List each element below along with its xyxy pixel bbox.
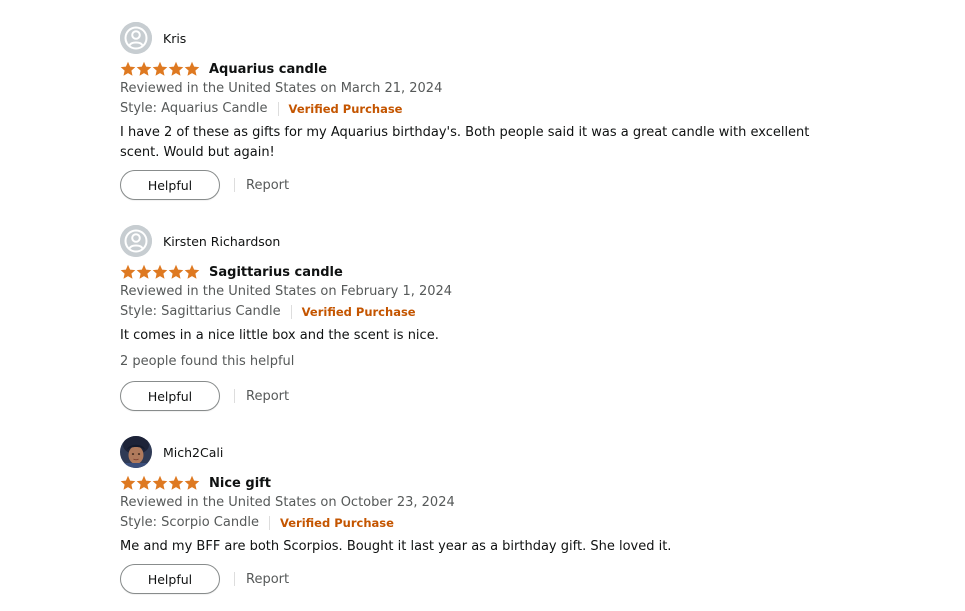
review-body: It comes in a nice little box and the sc… bbox=[120, 326, 820, 346]
reviewer-name[interactable]: Mich2Cali bbox=[163, 445, 223, 460]
default-avatar-icon bbox=[120, 225, 152, 257]
divider bbox=[268, 515, 270, 530]
star-rating[interactable] bbox=[120, 264, 200, 280]
report-link[interactable]: Report bbox=[246, 178, 289, 193]
report-link[interactable]: Report bbox=[246, 389, 289, 404]
review-style-row: Style: Scorpio Candle Verified Purchase bbox=[120, 515, 394, 530]
review-body-line: Me and my BFF are both Scorpios. Bought … bbox=[120, 539, 672, 554]
helpful-button[interactable]: Helpful bbox=[120, 381, 220, 411]
reviewer-profile[interactable]: Kris bbox=[120, 21, 186, 55]
review-style-row: Style: Sagittarius Candle Verified Purch… bbox=[120, 304, 416, 319]
five-stars-icon bbox=[120, 475, 200, 490]
review-actions: Helpful Report bbox=[120, 170, 289, 200]
report-link[interactable]: Report bbox=[246, 572, 289, 587]
user-photo-avatar bbox=[120, 436, 152, 468]
reviewer-name[interactable]: Kris bbox=[163, 31, 186, 46]
review-body-line: scent. Would but again! bbox=[120, 145, 275, 160]
reviewer-profile[interactable]: Kirsten Richardson bbox=[120, 224, 280, 258]
review-body-line: It comes in a nice little box and the sc… bbox=[120, 328, 439, 343]
review-date: Reviewed in the United States on October… bbox=[120, 495, 455, 510]
five-stars-icon bbox=[120, 61, 200, 76]
reviewer-profile[interactable]: Mich2Cali bbox=[120, 435, 223, 469]
divider bbox=[234, 178, 235, 192]
review-body: I have 2 of these as gifts for my Aquari… bbox=[120, 123, 820, 163]
verified-purchase-badge: Verified Purchase bbox=[301, 304, 416, 319]
review-title[interactable]: Sagittarius candle bbox=[209, 265, 343, 280]
review-title[interactable]: Aquarius candle bbox=[209, 62, 327, 77]
helpful-count: 2 people found this helpful bbox=[120, 354, 295, 369]
review-body-line: I have 2 of these as gifts for my Aquari… bbox=[120, 125, 810, 140]
review-style-row: Style: Aquarius Candle Verified Purchase bbox=[120, 101, 403, 116]
helpful-button[interactable]: Helpful bbox=[120, 564, 220, 594]
review-title[interactable]: Nice gift bbox=[209, 476, 271, 491]
star-rating[interactable] bbox=[120, 475, 200, 491]
review-title-row: Nice gift bbox=[120, 474, 271, 492]
divider bbox=[290, 304, 292, 319]
style-label[interactable]: Style: Scorpio Candle bbox=[120, 515, 259, 530]
reviewer-name[interactable]: Kirsten Richardson bbox=[163, 234, 280, 249]
review-title-row: Aquarius candle bbox=[120, 60, 327, 78]
review-actions: Helpful Report bbox=[120, 564, 289, 594]
review-body: Me and my BFF are both Scorpios. Bought … bbox=[120, 537, 820, 557]
divider bbox=[277, 101, 279, 116]
review-title-row: Sagittarius candle bbox=[120, 263, 343, 281]
verified-purchase-badge: Verified Purchase bbox=[288, 101, 403, 116]
five-stars-icon bbox=[120, 264, 200, 279]
divider bbox=[234, 389, 235, 403]
helpful-button[interactable]: Helpful bbox=[120, 170, 220, 200]
verified-purchase-badge: Verified Purchase bbox=[279, 515, 394, 530]
review-actions: Helpful Report bbox=[120, 381, 289, 411]
star-rating[interactable] bbox=[120, 61, 200, 77]
style-label[interactable]: Style: Sagittarius Candle bbox=[120, 304, 281, 319]
review-date: Reviewed in the United States on March 2… bbox=[120, 81, 443, 96]
style-label[interactable]: Style: Aquarius Candle bbox=[120, 101, 268, 116]
divider bbox=[234, 572, 235, 586]
default-avatar-icon bbox=[120, 22, 152, 54]
review-date: Reviewed in the United States on Februar… bbox=[120, 284, 453, 299]
